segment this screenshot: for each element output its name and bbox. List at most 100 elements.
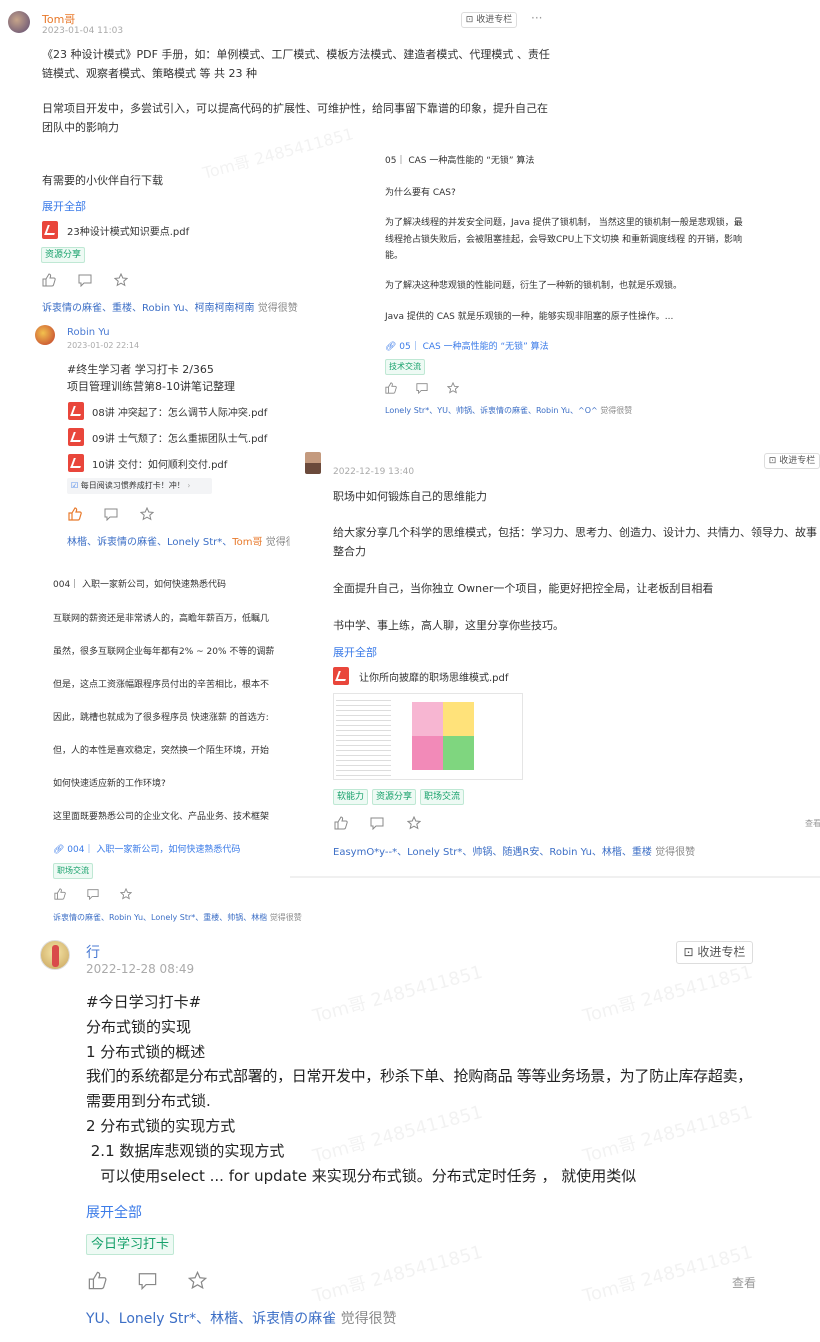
avatar[interactable] bbox=[8, 11, 30, 33]
author-name[interactable]: Robin Yu bbox=[67, 327, 110, 338]
post-text: 全面提升自己，当你独立 Owner一个项目，能更好把控全局，让老板刮目相看 bbox=[333, 582, 714, 595]
topic-tag[interactable]: 资源分享 bbox=[372, 789, 417, 805]
author-name[interactable]: Tom哥 bbox=[42, 11, 75, 27]
expand-all-link[interactable]: 展开全部 bbox=[333, 644, 377, 660]
save-to-column-button[interactable]: ⊡ 收进专栏 bbox=[461, 12, 517, 28]
likes-suffix: 觉得很赞 bbox=[269, 913, 302, 922]
post-text: #今日学习打卡# bbox=[86, 993, 202, 1011]
like-icon[interactable] bbox=[54, 888, 66, 900]
likes-names[interactable]: 林楷、诉衷情の麻雀、Lonely Str*、 bbox=[67, 537, 232, 548]
post-text: 项目管理训练营第8-10讲笔记整理 bbox=[67, 380, 235, 393]
likes-list: Lonely Str*、YU、帅锅、诉衷情の麻雀、Robin Yu、^O^ 觉得… bbox=[385, 405, 632, 416]
topic-tag[interactable]: 资源分享 bbox=[41, 247, 86, 263]
likes-list: YU、Lonely Str*、林楷、诉衷情の麻雀 觉得很赞 bbox=[86, 1308, 397, 1328]
likes-suffix: 觉得很赞 bbox=[655, 847, 696, 858]
file-preview-image[interactable] bbox=[333, 693, 523, 780]
like-icon[interactable] bbox=[88, 1271, 107, 1290]
more-button[interactable]: ··· bbox=[531, 11, 542, 25]
likes-names[interactable]: 诉衷情の麻雀、重楼、Robin Yu、柯南柯南柯南 bbox=[42, 303, 255, 314]
pdf-icon bbox=[68, 454, 84, 472]
post-text: 因此，跳槽也就成为了很多程序员 快速涨薪 的首选方: bbox=[53, 713, 269, 723]
likes-list: EasymO*y--*、Lonely Str*、帅锅、随遇R安、Robin Yu… bbox=[333, 843, 695, 858]
file-attachment[interactable]: 08讲 冲突起了：怎么调节人际冲突.pdf bbox=[92, 404, 267, 419]
post-time: 2023-01-02 22:14 bbox=[67, 341, 140, 350]
likes-list: 诉衷情の麻雀、重楼、Robin Yu、柯南柯南柯南 觉得很赞 bbox=[42, 299, 298, 314]
topic-tag[interactable]: 技术交流 bbox=[385, 359, 425, 375]
topic-tag[interactable]: 今日学习打卡 bbox=[86, 1234, 175, 1255]
topic-tag[interactable]: 职场交流 bbox=[420, 789, 465, 805]
topic-tag[interactable]: 软能力 bbox=[333, 789, 369, 805]
file-attachment[interactable]: 10讲 交付：如何顺利交付.pdf bbox=[92, 456, 227, 471]
post-text: 《23 种设计模式》PDF 手册，如：单例模式、工厂模式、模板方法模式、建造者模… bbox=[42, 48, 550, 61]
likes-names[interactable]: Lonely Str*、YU、帅锅、诉衷情の麻雀、Robin Yu、^O^ bbox=[385, 406, 598, 415]
post-text: 能。 bbox=[385, 251, 404, 261]
likes-self[interactable]: Tom哥 bbox=[232, 537, 262, 548]
file-attachment[interactable]: 09讲 士气颓了：怎么重振团队士气.pdf bbox=[92, 430, 267, 445]
article-link[interactable]: 🔗︎ 05｜ CAS 一种高性能的 “无锁” 算法 bbox=[385, 339, 549, 352]
preview-chart bbox=[412, 702, 474, 770]
like-icon[interactable] bbox=[385, 382, 397, 394]
avatar[interactable] bbox=[40, 940, 70, 970]
like-icon-active[interactable] bbox=[68, 507, 82, 521]
expand-all-link[interactable]: 展开全部 bbox=[42, 198, 86, 214]
post-text: 但，人的本性是喜欢稳定，突然换一个陌生环境，开始 bbox=[53, 746, 270, 756]
link-icon: 🔗︎ bbox=[53, 845, 68, 855]
post-text: 为了解决这种悲观锁的性能问题，衍生了一种新的锁机制，也就是乐观锁。 bbox=[385, 281, 683, 291]
comment-icon[interactable] bbox=[104, 507, 118, 521]
expand-all-link[interactable]: 展开全部 bbox=[86, 1202, 142, 1222]
post-text: 日常项目开发中，多尝试引入，可以提高代码的扩展性、可维护性，给同事留下靠谱的印象… bbox=[42, 102, 548, 115]
topic-tag[interactable]: 职场交流 bbox=[53, 863, 93, 879]
star-icon[interactable] bbox=[120, 888, 132, 900]
like-icon[interactable] bbox=[42, 273, 56, 287]
file-attachment[interactable]: 让你所向披靡的职场思维模式.pdf bbox=[359, 669, 508, 684]
star-icon[interactable] bbox=[447, 382, 459, 394]
article-link[interactable]: 🔗︎ 004｜ 入职一家新公司，如何快速熟悉代码 bbox=[53, 842, 240, 855]
watermark: Tom哥 2485411851 bbox=[200, 124, 356, 183]
save-to-column-button[interactable]: ⊡ 收进专栏 bbox=[676, 941, 753, 964]
star-icon[interactable] bbox=[188, 1271, 207, 1290]
likes-names[interactable]: EasymO*y--*、Lonely Str*、帅锅、随遇R安、Robin Yu… bbox=[333, 847, 652, 858]
likes-names[interactable]: 诉衷情の麻雀、Robin Yu、Lonely Str*、重楼、帅锅、林楷 bbox=[53, 913, 267, 922]
comment-icon[interactable] bbox=[370, 816, 384, 830]
link-icon: 🔗︎ bbox=[385, 342, 400, 352]
star-icon[interactable] bbox=[114, 273, 128, 287]
view-button[interactable]: 查看 bbox=[732, 1274, 756, 1291]
watermark: Tom哥 2485411851 bbox=[310, 961, 485, 1028]
pdf-icon bbox=[42, 221, 58, 239]
file-attachment[interactable]: 23种设计模式知识要点.pdf bbox=[67, 223, 189, 238]
post-text: 书中学、事上练，高人聊，这里分享你些技巧。 bbox=[333, 619, 564, 632]
checkbox-icon: ☑ bbox=[71, 481, 81, 490]
post-mindset: 2022-12-19 13:40 ⊡ 收进专栏 职场中如何锻炼自己的思维能力 给… bbox=[290, 450, 820, 878]
view-button[interactable]: 查看 bbox=[805, 818, 820, 829]
pdf-icon bbox=[333, 667, 349, 685]
post-text: 整合力 bbox=[333, 545, 366, 558]
checkin-badge[interactable]: ☑ 每日阅读习惯养成打卡！冲！ › bbox=[67, 478, 212, 494]
post-time: 2023-01-04 11:03 bbox=[42, 26, 124, 36]
watermark: Tom哥 2485411851 bbox=[580, 1101, 755, 1168]
comment-icon[interactable] bbox=[78, 273, 92, 287]
post-cas: 05｜ CAS 一种高性能的 “无锁” 算法 为什么要有 CAS? 为了解决线程… bbox=[375, 145, 770, 425]
article-link-label: 004｜ 入职一家新公司，如何快速熟悉代码 bbox=[67, 845, 241, 855]
likes-names[interactable]: YU、Lonely Str*、林楷、诉衷情の麻雀 bbox=[86, 1311, 336, 1327]
avatar[interactable] bbox=[35, 325, 55, 345]
like-icon[interactable] bbox=[334, 816, 348, 830]
post-text: 2 分布式锁的实现方式 bbox=[86, 1117, 236, 1135]
comment-icon[interactable] bbox=[87, 888, 99, 900]
post-time: 2022-12-19 13:40 bbox=[333, 467, 415, 477]
article-link-label: 05｜ CAS 一种高性能的 “无锁” 算法 bbox=[399, 342, 549, 352]
comment-icon[interactable] bbox=[416, 382, 428, 394]
post-time: 2022-12-28 08:49 bbox=[86, 962, 195, 976]
bookmark-icon: ⊡ bbox=[465, 15, 477, 25]
star-icon[interactable] bbox=[140, 507, 154, 521]
post-text: 如何快速适应新的工作环境? bbox=[53, 779, 166, 789]
chevron-right-icon: › bbox=[184, 481, 191, 490]
author-name[interactable]: 行 bbox=[86, 942, 100, 962]
star-icon[interactable] bbox=[407, 816, 421, 830]
post-text: 这里面既要熟悉公司的企业文化、产品业务、技术框架 bbox=[53, 812, 270, 822]
avatar[interactable] bbox=[305, 452, 321, 474]
save-to-column-button[interactable]: ⊡ 收进专栏 bbox=[764, 453, 820, 469]
post-text: 链模式、观察者模式、策略模式 等 共 23 种 bbox=[42, 67, 257, 80]
likes-suffix: 觉得很赞 bbox=[600, 406, 633, 415]
comment-icon[interactable] bbox=[138, 1271, 157, 1290]
watermark: Tom哥 2485411851 bbox=[310, 1101, 485, 1168]
